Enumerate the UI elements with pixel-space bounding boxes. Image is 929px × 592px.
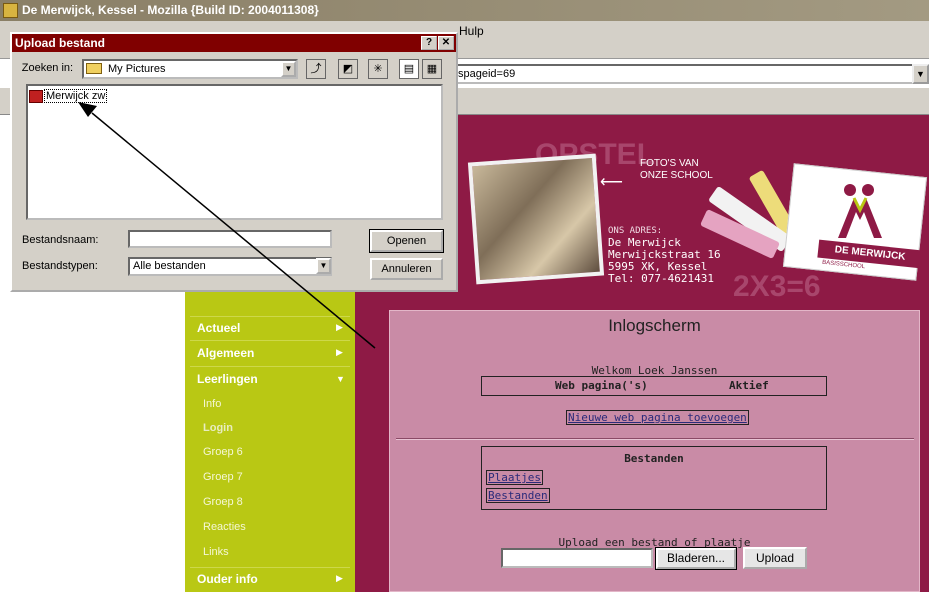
folder-icon	[86, 63, 102, 74]
browser-title: De Merwijck, Kessel - Mozilla {Build ID:…	[22, 3, 319, 17]
chevron-down-icon: ▼	[336, 374, 345, 384]
image-file-icon[interactable]	[29, 90, 43, 103]
upload-file-input[interactable]	[501, 548, 653, 568]
site-sidebar	[185, 250, 355, 592]
panel-title: Inlogscherm	[608, 316, 701, 335]
look-in-select[interactable]: My Pictures	[82, 59, 298, 79]
files-title: Bestanden	[624, 452, 684, 465]
dialog-close-button[interactable]: ✕	[438, 36, 454, 50]
look-in-label-text: Zoeken in:	[21, 62, 74, 74]
nav-item-leerlingen[interactable]: Leerlingen	[197, 372, 258, 386]
details-view-icon[interactable]: ▦	[422, 59, 442, 79]
nav-item-ouder-info[interactable]: Ouder info	[197, 572, 258, 586]
address-line: Tel: 077-4621431	[608, 272, 714, 285]
filename-label: Bestandsnaam:	[22, 234, 99, 246]
nav-subitem-login[interactable]: Login	[203, 422, 233, 434]
nav-divider	[190, 340, 350, 341]
file-item-merwijck[interactable]: Merwijck zw	[44, 89, 108, 103]
chevron-right-icon: ▶	[336, 347, 343, 357]
school-address: ONS ADRES: De Merwijck Merwijckstraat 16…	[608, 225, 721, 285]
filetype-label: Bestandstypen:	[22, 260, 98, 272]
dialog-help-button[interactable]: ?	[421, 36, 437, 50]
nav-subitem-groep7[interactable]: Groep 7	[203, 471, 243, 483]
table-header-active: Aktief	[729, 379, 769, 392]
nav-item-algemeen[interactable]: Algemeen	[197, 346, 254, 360]
upload-label: Upload een bestand of plaatje	[558, 536, 751, 549]
nav-item-actueel[interactable]: Actueel	[197, 321, 240, 335]
list-view-icon[interactable]: ▤	[399, 59, 419, 79]
nav-subitem-links[interactable]: Links	[203, 546, 229, 558]
images-link[interactable]: Plaatjes	[486, 470, 543, 485]
up-folder-icon[interactable]: ⤴	[306, 59, 326, 79]
look-in-label: ZZoeken in:	[21, 62, 74, 74]
browse-button[interactable]: Bladeren...	[655, 547, 737, 570]
filetype-select[interactable]: Alle bestanden	[128, 257, 332, 276]
nav-subitem-groep8[interactable]: Groep 8	[203, 496, 243, 508]
photo-caption: FOTO'S VAN ONZE SCHOOL	[640, 158, 713, 181]
chevron-right-icon: ▶	[336, 573, 343, 583]
nav-subitem-info[interactable]: Info	[203, 398, 221, 410]
web-pages-table	[481, 376, 827, 396]
nav-divider	[190, 366, 350, 367]
dialog-titlebar: Upload bestand	[12, 34, 456, 52]
panel-divider	[396, 438, 914, 440]
add-web-page-link[interactable]: Nieuwe web pagina toevoegen	[566, 410, 749, 425]
header-watermark-sum: 2X3=6	[733, 270, 821, 303]
address-dropdown-icon[interactable]: ▼	[912, 64, 929, 84]
browser-titlebar: De Merwijck, Kessel - Mozilla {Build ID:…	[0, 0, 929, 21]
menu-help[interactable]: Hulp	[459, 24, 484, 38]
nav-divider	[190, 316, 350, 317]
school-logo-icon	[838, 184, 882, 238]
table-header-web-pages: Web pagina('s)	[555, 379, 648, 392]
nav-subitem-groep6[interactable]: Groep 6	[203, 446, 243, 458]
new-folder-icon[interactable]: ✳	[368, 59, 388, 79]
nav-subitem-reacties[interactable]: Reacties	[203, 521, 246, 533]
filename-input[interactable]	[128, 230, 332, 248]
desktop-icon[interactable]: ◩	[338, 59, 358, 79]
file-list[interactable]	[26, 84, 443, 220]
address-bar[interactable]: spageid=69	[454, 64, 929, 84]
chevron-down-icon[interactable]: ▼	[281, 61, 296, 77]
nav-divider	[190, 567, 350, 568]
chevron-right-icon: ▶	[336, 322, 343, 332]
chevron-down-icon[interactable]: ▼	[316, 258, 331, 274]
cancel-button[interactable]: Annuleren	[370, 258, 443, 280]
mozilla-app-icon	[3, 3, 18, 18]
files-link[interactable]: Bestanden	[486, 488, 550, 503]
school-photo	[467, 153, 605, 285]
upload-button[interactable]: Upload	[743, 547, 807, 569]
photo-arrow-icon: ⟵	[600, 174, 623, 191]
open-button[interactable]: Openen	[369, 229, 444, 253]
